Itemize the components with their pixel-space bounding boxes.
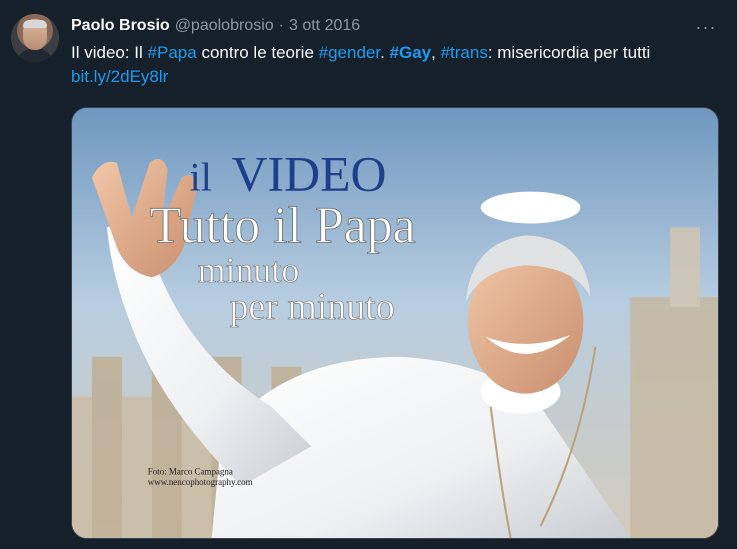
photo-credit-url: www.nencophotography.com [148,477,253,487]
media-picture: il VIDEO Tutto il Papa minuto per minuto… [72,108,718,538]
author-name[interactable]: Paolo Brosio [71,17,170,35]
overlay-il: il [190,155,212,200]
tweet-link[interactable]: bit.ly/2dEy8lr [71,67,168,86]
text-segment: : misericordia per tutti [487,43,651,62]
tweet-media-image[interactable]: il VIDEO Tutto il Papa minuto per minuto… [71,107,719,539]
photo-credit: Foto: Marco Campagna [148,466,233,476]
hashtag-trans[interactable]: #trans [441,43,488,62]
overlay-line2: Tutto il Papa [150,197,416,254]
avatar-hair [23,20,47,28]
hashtag-papa[interactable]: #Papa [148,43,197,62]
tweet-text: Il video: Il #Papa contro le teorie #gen… [71,41,711,89]
text-segment: , [431,43,441,62]
hashtag-gender[interactable]: #gender [319,43,380,62]
overlay-line4: per minuto [230,286,395,328]
tweet-header: Paolo Brosio @paolobrosio · 3 ott 2016 [71,15,360,37]
tweet-date[interactable]: 3 ott 2016 [289,17,360,35]
overlay-line3: minuto [198,250,300,290]
author-handle[interactable]: @paolobrosio [175,17,274,35]
more-options-icon[interactable]: ··· [694,17,718,37]
avatar[interactable] [11,14,59,62]
hashtag-gay[interactable]: #Gay [390,43,432,62]
separator-dot: · [278,17,284,34]
text-segment: . [380,43,390,62]
avatar-shirt [15,48,55,62]
zucchetto [480,191,581,224]
tweet[interactable]: Paolo Brosio @paolobrosio · 3 ott 2016 ·… [0,0,737,549]
text-segment: Il video: Il [71,43,148,62]
overlay-video: VIDEO [232,147,387,202]
text-segment: contro le teorie [196,43,319,62]
